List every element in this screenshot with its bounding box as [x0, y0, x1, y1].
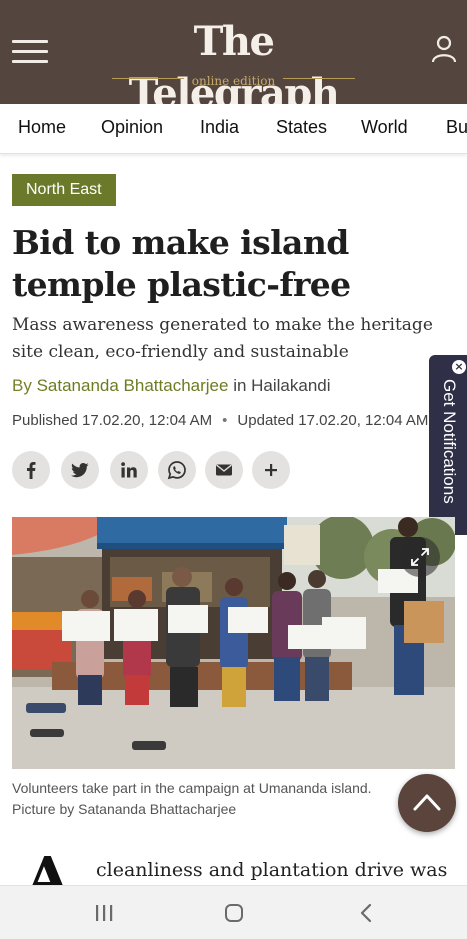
email-icon[interactable]	[205, 451, 243, 489]
nav-item-business[interactable]: Bu	[446, 117, 467, 138]
back-to-top-button[interactable]	[398, 774, 456, 832]
home-icon[interactable]	[221, 900, 247, 926]
facebook-icon[interactable]	[12, 451, 50, 489]
nav-item-india[interactable]: India	[200, 117, 239, 138]
publish-dates: Published 17.02.20, 12:04 AM • Updated 17.…	[12, 412, 428, 429]
author-link[interactable]: Satananda Bhattacharjee	[37, 376, 229, 395]
article-headline: Bid to make island temple plastic-free	[12, 223, 351, 304]
linkedin-icon[interactable]	[110, 451, 148, 489]
logo-edition: online edition	[96, 70, 371, 88]
published-date: Published 17.02.20, 12:04 AM	[12, 412, 213, 429]
logo-edition-text: online edition	[191, 74, 276, 88]
section-nav: Home Opinion India States World Bu	[0, 104, 467, 154]
twitter-icon[interactable]	[61, 451, 99, 489]
category-tag[interactable]: North East	[12, 174, 116, 206]
byline-location: in Hailakandi	[233, 376, 331, 395]
nav-item-home[interactable]: Home	[18, 117, 66, 138]
date-separator: •	[222, 412, 228, 429]
article-body-line: cleanliness and plantation drive was	[96, 859, 448, 881]
back-icon[interactable]	[354, 900, 380, 926]
system-nav-bar	[0, 885, 467, 939]
chevron-up-icon	[413, 794, 441, 811]
drop-cap: A	[26, 848, 70, 886]
close-icon[interactable]: ×	[452, 360, 466, 374]
nav-item-opinion[interactable]: Opinion	[101, 117, 163, 138]
expand-image-icon[interactable]	[400, 537, 440, 577]
plus-icon[interactable]	[252, 451, 290, 489]
masthead: The Telegraph online edition	[0, 0, 467, 117]
nav-item-states[interactable]: States	[276, 117, 327, 138]
article-photo[interactable]	[12, 517, 455, 769]
get-notifications-tab[interactable]: × Get Notifications	[429, 355, 467, 535]
user-icon[interactable]	[430, 34, 458, 64]
updated-date: Updated 17.02.20, 12:04 AM	[237, 412, 429, 429]
hamburger-menu-icon[interactable]	[12, 36, 48, 64]
site-logo[interactable]: The Telegraph online edition	[96, 16, 371, 117]
recent-apps-icon[interactable]	[91, 900, 117, 926]
article-subheadline: Mass awareness generated to make the her…	[12, 315, 433, 362]
whatsapp-icon[interactable]	[158, 451, 196, 489]
get-notifications-label: Get Notifications	[440, 379, 459, 504]
caption-text: Volunteers take part in the campaign at …	[12, 780, 372, 796]
caption-credit: Picture by Satananda Bhattacharjee	[12, 801, 237, 817]
byline-prefix: By	[12, 376, 32, 395]
byline: By Satananda Bhattacharjee in Hailakandi	[12, 376, 331, 396]
nav-item-world[interactable]: World	[361, 117, 408, 138]
photo-caption: Volunteers take part in the campaign at …	[12, 778, 412, 820]
